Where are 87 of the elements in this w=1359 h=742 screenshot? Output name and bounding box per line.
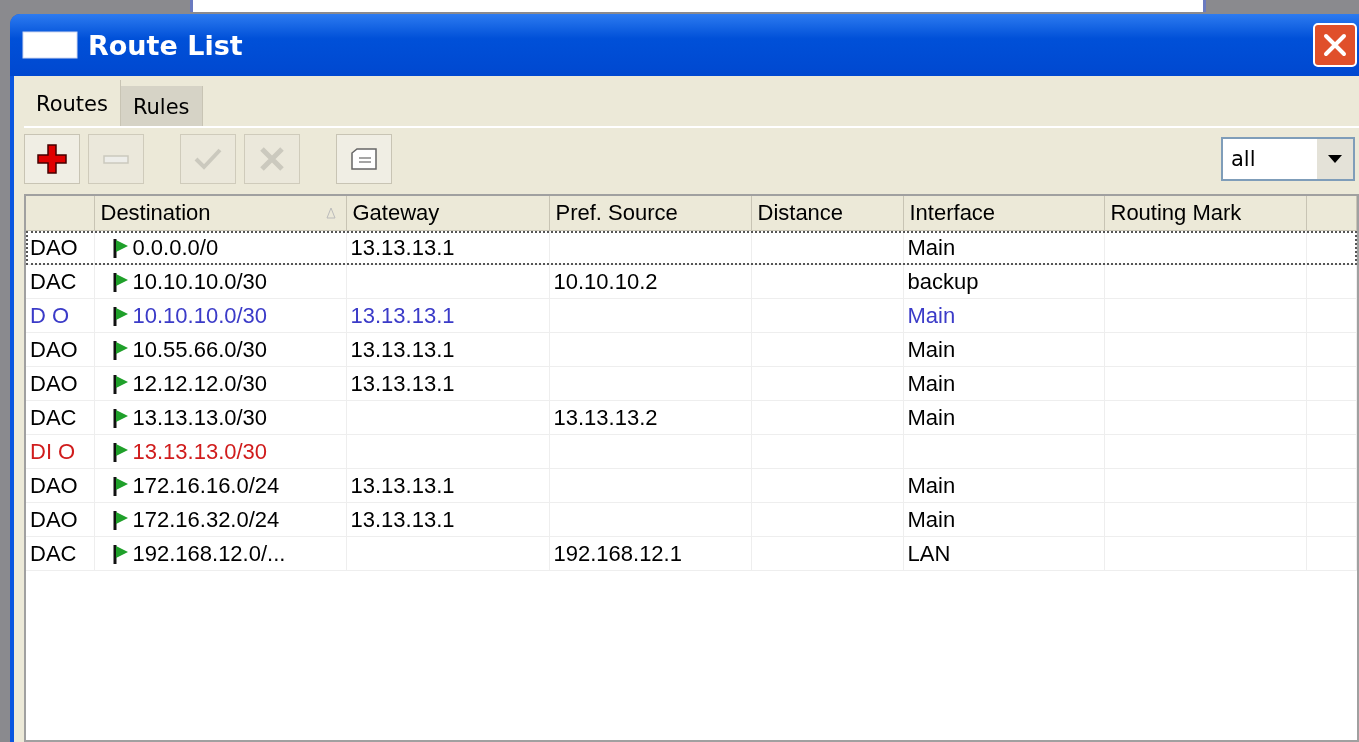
flag-icon [112, 440, 129, 463]
column-title: Gateway [352, 200, 440, 226]
destination-text: 0.0.0.0/0 [132, 234, 219, 261]
filter-dropdown[interactable]: all [1221, 137, 1355, 181]
column-header[interactable] [1306, 196, 1357, 231]
flag-icon [112, 304, 129, 327]
flag-icon [112, 338, 129, 361]
column-header[interactable]: Interface [903, 196, 1104, 231]
column-header[interactable]: Routing Mark [1104, 196, 1306, 231]
flags-text: DAC [30, 404, 77, 430]
destination-text: 12.12.12.0/30 [132, 370, 268, 397]
table-row[interactable]: DAC 13.13.13.0/30 13.13.13.2 Main [26, 400, 1357, 435]
table-cell: LAN [907, 540, 951, 566]
destination-text: 10.10.10.0/30 [132, 268, 268, 295]
table-cell: 13.13.13.1 [350, 370, 455, 396]
table-cell: 13.13.13.1 [350, 506, 455, 532]
column-title: Distance [757, 200, 844, 226]
flag-icon [112, 406, 129, 429]
table-cell: Main [907, 234, 956, 260]
flags-text: DAO [30, 370, 78, 396]
table-cell: 10.10.10.2 [553, 268, 658, 294]
table-cell: Main [907, 302, 956, 328]
table-cell: Main [907, 472, 956, 498]
flags-text: DAO [30, 506, 78, 532]
cross-icon [259, 146, 285, 172]
note-icon [351, 148, 377, 170]
flags-text: DAC [30, 540, 77, 566]
flags-text: DI O [30, 438, 76, 464]
flags-text: DAC [30, 268, 77, 294]
table-row[interactable]: DAO 10.55.66.0/30 13.13.13.1 Main [26, 332, 1357, 367]
table-cell: 13.13.13.1 [350, 472, 455, 498]
flags-text: DAO [30, 472, 78, 498]
flags-text: DAO [30, 336, 78, 362]
flag-icon [112, 270, 129, 293]
column-header[interactable] [26, 196, 94, 231]
destination-text: 192.168.12.0/... [132, 540, 286, 567]
destination-text: 10.55.66.0/30 [132, 336, 268, 363]
table-cell: Main [907, 506, 956, 532]
table-row[interactable]: DAO 172.16.32.0/24 13.13.13.1 Main [26, 502, 1357, 537]
column-header[interactable]: Pref. Source [549, 196, 751, 231]
flag-icon [112, 372, 129, 395]
destination-text: 13.13.13.0/30 [132, 404, 268, 431]
flags-text: D O [30, 302, 70, 328]
table-cell: 13.13.13.1 [350, 302, 455, 328]
column-header[interactable]: Gateway [346, 196, 549, 231]
destination-text: 13.13.13.0/30 [132, 438, 268, 465]
table-row[interactable]: D O 10.10.10.0/30 13.13.13.1 Main [26, 298, 1357, 333]
close-button[interactable] [1313, 23, 1357, 67]
comment-button[interactable] [336, 134, 392, 184]
table-row[interactable]: DAC 192.168.12.0/... 192.168.12.1 LAN [26, 536, 1357, 571]
flags-text: DAO [30, 234, 78, 260]
destination-text: 10.10.10.0/30 [132, 302, 268, 329]
table-row[interactable]: DI O 13.13.13.0/30 [26, 434, 1357, 469]
close-icon [1322, 32, 1348, 58]
destination-text: 172.16.16.0/24 [132, 472, 280, 499]
add-button[interactable] [24, 134, 80, 184]
table-cell: Main [907, 404, 956, 430]
plus-icon [37, 144, 67, 174]
window-title: Route List [88, 29, 243, 61]
dropdown-arrow-icon [1327, 154, 1343, 164]
column-header[interactable]: Destination [94, 196, 346, 231]
flag-icon [112, 236, 129, 259]
flag-icon [112, 474, 129, 497]
column-title: Routing Mark [1110, 200, 1242, 226]
column-title: Pref. Source [555, 200, 678, 226]
table-cell: 192.168.12.1 [553, 540, 682, 566]
table-row[interactable]: DAO 0.0.0.0/0 13.13.13.1 Main [26, 230, 1357, 265]
minus-icon [103, 154, 129, 164]
window-icon [22, 31, 78, 59]
table-cell: 13.13.13.2 [553, 404, 658, 430]
column-header[interactable]: Distance [751, 196, 903, 231]
table-cell: Main [907, 336, 956, 362]
sort-arrow-icon [325, 207, 336, 219]
table-row[interactable]: DAO 12.12.12.0/30 13.13.13.1 Main [26, 366, 1357, 401]
table-row[interactable]: DAO 172.16.16.0/24 13.13.13.1 Main [26, 468, 1357, 503]
table-cell: backup [907, 268, 979, 294]
table-cell: Main [907, 370, 956, 396]
column-title: Interface [909, 200, 996, 226]
column-title: Destination [100, 200, 211, 226]
check-icon [194, 148, 222, 170]
table-row[interactable]: DAC 10.10.10.0/30 10.10.10.2 backup [26, 264, 1357, 299]
flag-icon [112, 542, 129, 565]
destination-text: 172.16.32.0/24 [132, 506, 280, 533]
tab[interactable]: Rules [120, 86, 203, 126]
table-cell: 13.13.13.1 [350, 336, 455, 362]
flag-icon [112, 508, 129, 531]
table-cell: 13.13.13.1 [350, 234, 455, 260]
